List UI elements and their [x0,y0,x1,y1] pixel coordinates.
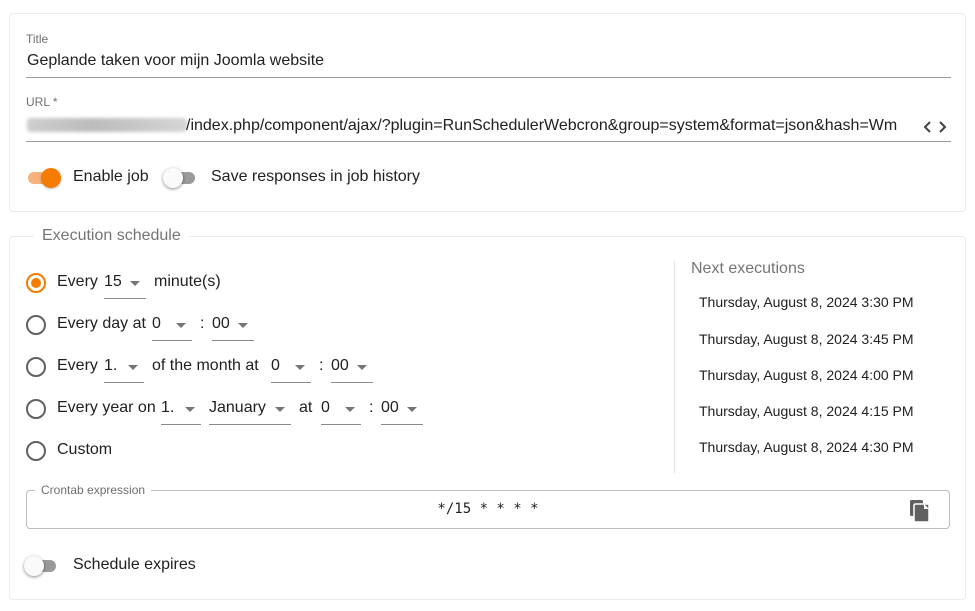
chevron-down-icon [238,323,248,328]
radio-every-month[interactable] [26,357,46,377]
save-responses-toggle[interactable] [163,167,199,188]
title-input[interactable]: Geplande taken voor mijn Joomla website [27,52,324,70]
copy-icon[interactable] [909,499,931,523]
chevron-down-icon [275,407,285,412]
chevron-down-icon [176,323,186,328]
yearly-month-value: January [209,399,266,416]
enable-job-toggle[interactable] [26,167,62,188]
chevron-down-icon [130,281,140,286]
title-field-label: Title [26,32,49,46]
monthly-hour-select[interactable]: 0 [271,357,311,383]
daily-colon: : [200,315,205,332]
yearly-day-value: 1. [161,399,175,416]
minutes-interval-select[interactable]: 15 [104,273,146,299]
chevron-down-icon [407,407,417,412]
yearly-at-label: at [299,399,313,416]
minutes-unit-label: minute(s) [154,273,221,290]
title-input-underline [26,77,951,78]
enable-job-label: Enable job [73,168,149,185]
daily-hour-value: 0 [152,315,161,332]
url-input[interactable]: /index.php/component/ajax/?plugin=RunSch… [186,117,915,135]
execution-schedule-card: Execution schedule Every 15 minute(s) Ev… [9,227,966,600]
monthly-hour-value: 0 [271,357,280,374]
yearly-minute-select[interactable]: 00 [381,399,423,425]
daily-minute-select[interactable]: 00 [212,315,254,341]
every-month-label: Every [57,357,98,374]
next-executions-title: Next executions [691,260,805,277]
next-execution-item: Thursday, August 8, 2024 4:30 PM [699,439,914,455]
yearly-colon: : [369,399,374,416]
minutes-interval-value: 15 [104,273,122,290]
toggle-thumb [24,556,44,576]
radio-every-day[interactable] [26,315,46,335]
chevron-down-icon [128,365,138,370]
yearly-minute-value: 00 [381,399,399,416]
yearly-hour-select[interactable]: 0 [321,399,361,425]
schedule-expires-label: Schedule expires [73,556,196,573]
monthly-day-value: 1. [104,357,118,374]
vertical-divider [674,261,675,473]
url-input-underline [26,141,951,142]
next-execution-item: Thursday, August 8, 2024 3:45 PM [699,331,914,347]
code-icon[interactable] [923,120,947,134]
save-responses-label: Save responses in job history [211,168,420,185]
of-the-month-label: of the month at [152,357,259,374]
toggle-thumb [41,168,61,188]
job-settings-card: Title Geplande taken voor mijn Joomla we… [9,13,966,212]
url-redacted-domain [27,118,187,132]
radio-custom[interactable] [26,441,46,461]
crontab-expression-value: */15 * * * * [437,501,539,517]
yearly-hour-value: 0 [321,399,330,416]
every-minutes-label: Every [57,273,98,290]
custom-label: Custom [57,441,113,458]
next-execution-item: Thursday, August 8, 2024 4:00 PM [699,367,914,383]
chevron-down-icon [357,365,367,370]
yearly-day-select[interactable]: 1. [161,399,201,425]
daily-minute-value: 00 [212,315,230,332]
yearly-month-select[interactable]: January [209,399,291,425]
url-input-value: /index.php/component/ajax/?plugin=RunSch… [186,117,898,134]
radio-every-year[interactable] [26,399,46,419]
chevron-down-icon [185,407,195,412]
crontab-expression-field[interactable]: Crontab expression */15 * * * * [26,483,950,529]
toggle-thumb [163,168,183,188]
monthly-day-select[interactable]: 1. [104,357,144,383]
monthly-colon: : [319,357,324,374]
schedule-expires-toggle[interactable] [24,555,60,576]
every-year-label: Every year on [57,399,156,416]
monthly-minute-value: 00 [331,357,349,374]
execution-schedule-legend: Execution schedule [34,227,189,245]
daily-hour-select[interactable]: 0 [152,315,192,341]
crontab-expression-label: Crontab expression [35,483,152,497]
next-execution-item: Thursday, August 8, 2024 3:30 PM [699,294,914,310]
chevron-down-icon [345,407,355,412]
next-execution-item: Thursday, August 8, 2024 4:15 PM [699,403,914,419]
chevron-down-icon [295,365,305,370]
monthly-minute-select[interactable]: 00 [331,357,373,383]
url-field-label: URL * [26,95,58,109]
every-day-label: Every day at [57,315,146,332]
radio-every-minutes[interactable] [26,273,46,293]
